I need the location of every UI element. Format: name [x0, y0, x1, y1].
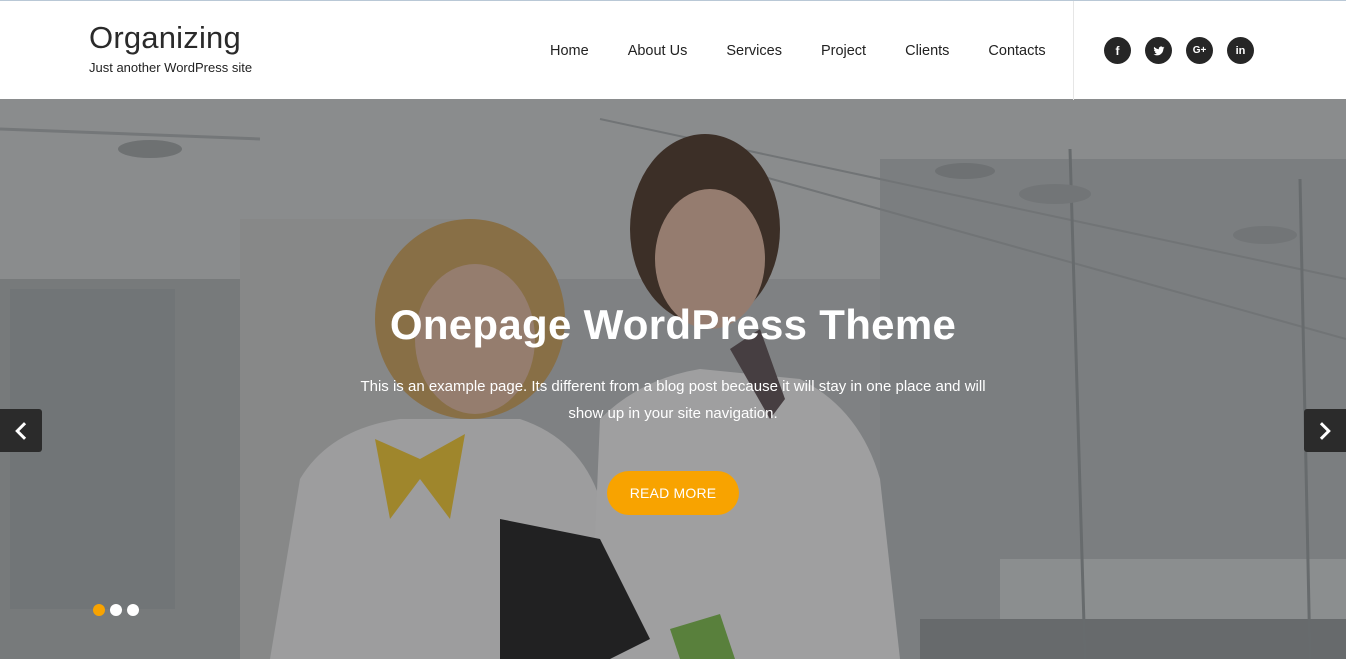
header-divider: [1073, 1, 1074, 100]
site-header: Organizing Just another WordPress site H…: [0, 0, 1346, 100]
site-tagline: Just another WordPress site: [89, 60, 253, 75]
chevron-right-icon: [1319, 421, 1331, 440]
slider-pagination: [93, 604, 144, 616]
slider-dot-1[interactable]: [93, 604, 105, 616]
hero-slider: Onepage WordPress Theme This is an examp…: [0, 99, 1346, 659]
hero-content: Onepage WordPress Theme This is an examp…: [0, 297, 1346, 515]
chevron-left-icon: [15, 421, 27, 440]
linkedin-icon: in: [1235, 44, 1246, 57]
slider-dot-3[interactable]: [127, 604, 139, 616]
nav-item-clients[interactable]: Clients: [905, 41, 949, 61]
twitter-link[interactable]: [1145, 37, 1172, 64]
slider-dot-2[interactable]: [110, 604, 122, 616]
google-plus-icon: G+: [1192, 45, 1207, 56]
nav-item-services[interactable]: Services: [726, 41, 782, 61]
hero-title: Onepage WordPress Theme: [389, 301, 957, 348]
twitter-icon: [1153, 45, 1164, 55]
nav-item-home[interactable]: Home: [550, 41, 589, 61]
social-links: f G+ in: [1104, 37, 1254, 64]
nav-item-project[interactable]: Project: [821, 41, 866, 61]
facebook-link[interactable]: f: [1104, 37, 1131, 64]
site-branding: Organizing Just another WordPress site: [89, 20, 252, 76]
nav-item-contacts[interactable]: Contacts: [988, 41, 1045, 61]
read-more-button[interactable]: Read More: [607, 471, 739, 515]
site-title-link[interactable]: Organizing: [89, 20, 252, 56]
google-plus-link[interactable]: G+: [1186, 37, 1213, 64]
hero-description: This is an example page. Its different f…: [360, 378, 986, 422]
nav-item-about-us[interactable]: About Us: [628, 41, 688, 61]
slider-next-button[interactable]: [1304, 409, 1346, 452]
slider-prev-button[interactable]: [0, 409, 42, 452]
facebook-icon: f: [1115, 43, 1120, 58]
main-navigation: Home About Us Services Project Clients C…: [550, 41, 1046, 61]
linkedin-link[interactable]: in: [1227, 37, 1254, 64]
